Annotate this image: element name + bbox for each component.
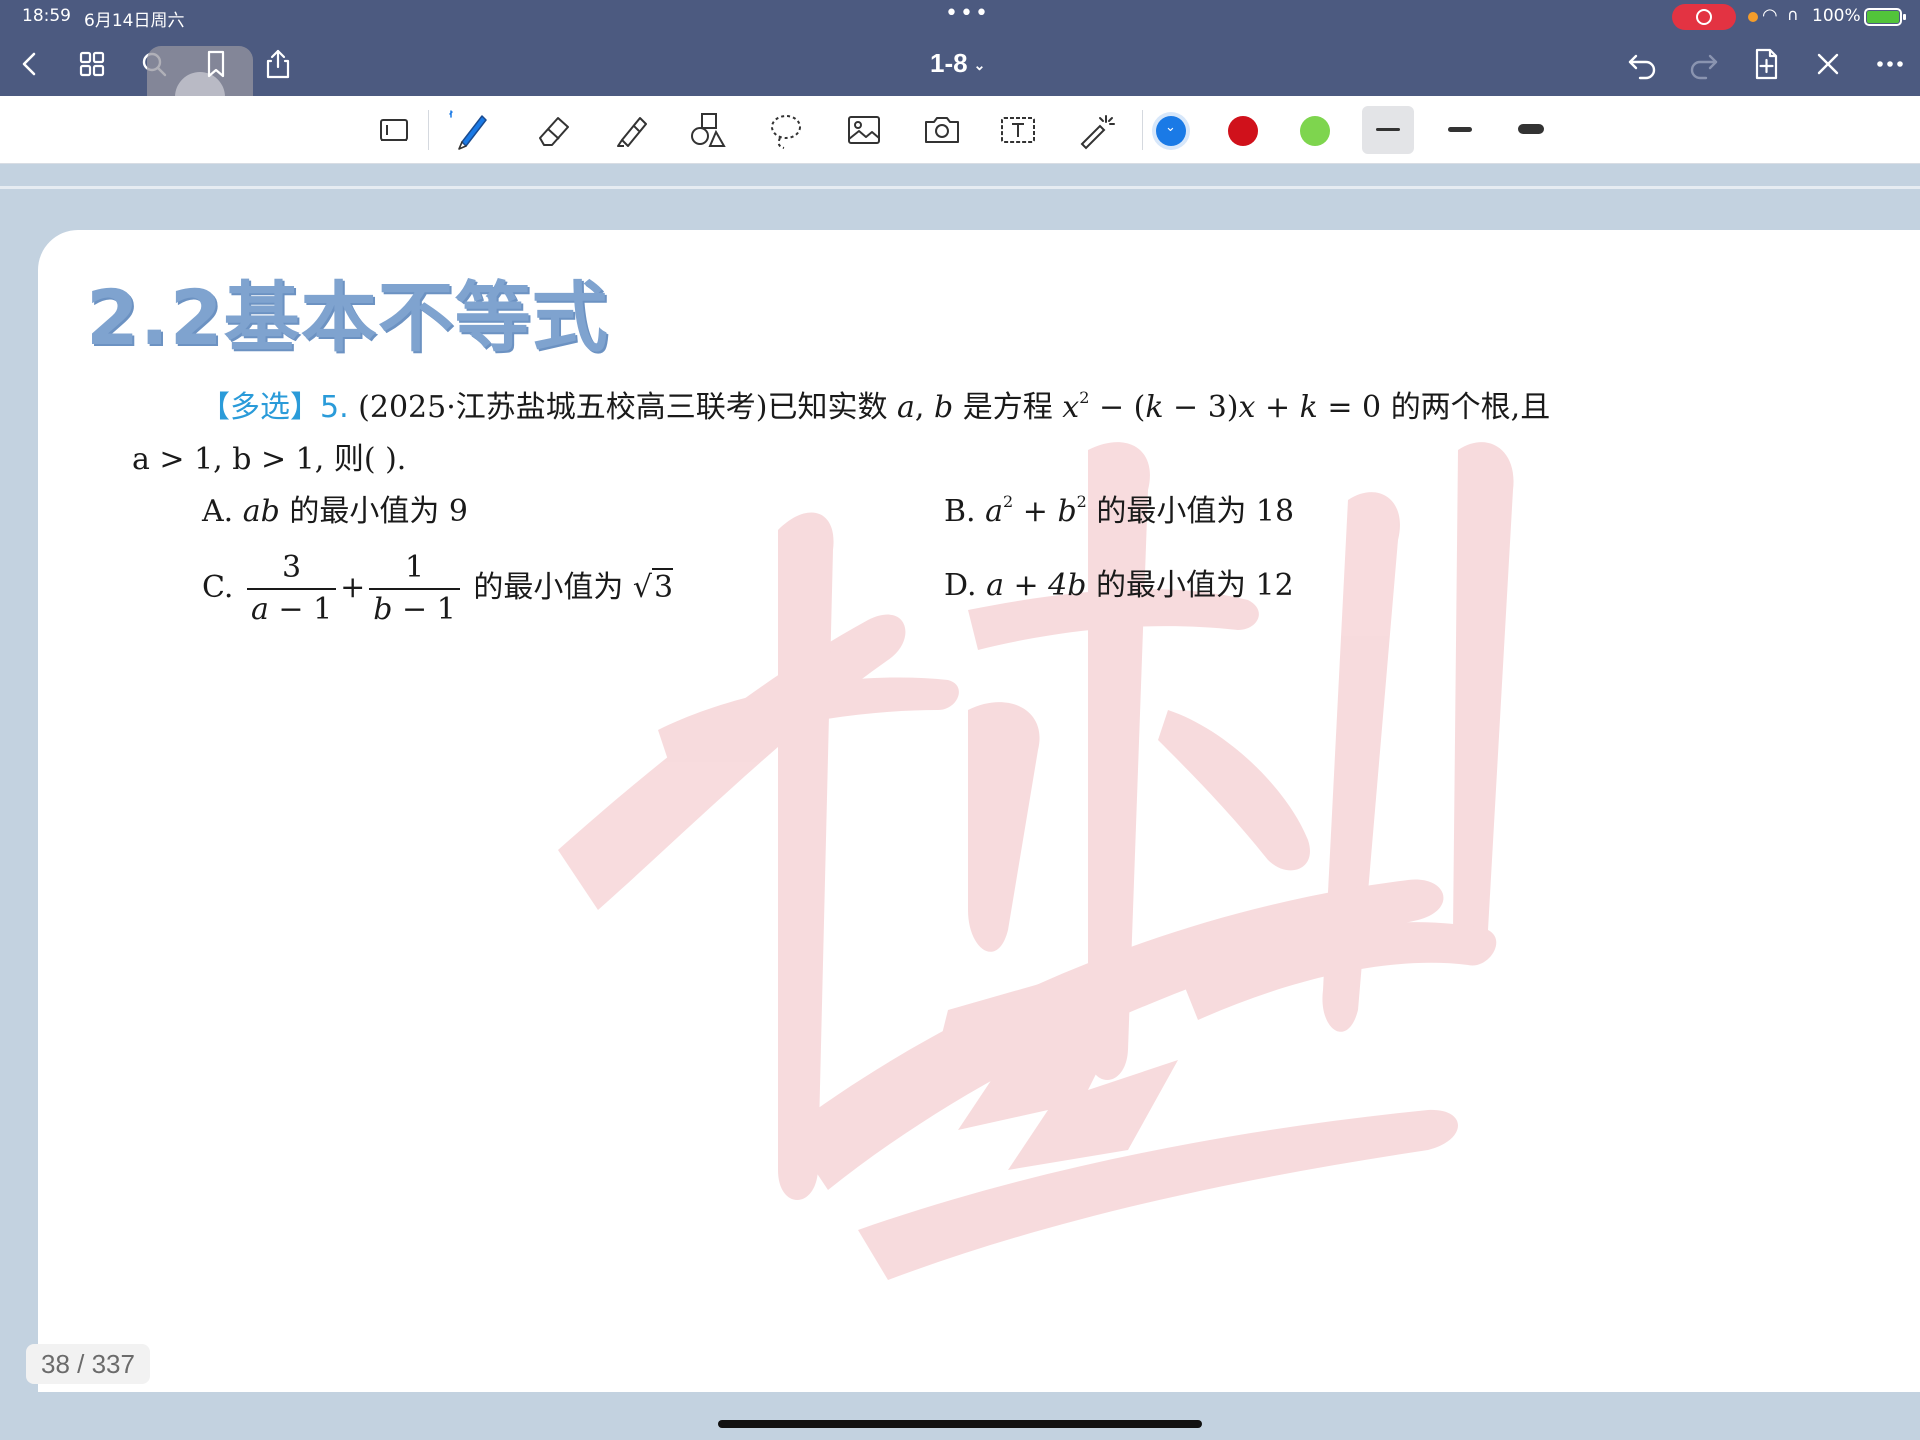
document-page[interactable]: 2.2基本不等式 【多选】5. (2025·江苏盐城五校高三联考)已知实数 a,… xyxy=(38,230,1920,1392)
option-d-expr: a + 4b xyxy=(986,568,1087,603)
question-stem-end: 的两个根,且 xyxy=(1390,390,1551,425)
mic-indicator-icon xyxy=(1748,12,1758,22)
grid-view-icon[interactable] xyxy=(74,46,110,82)
battery-percent: 100% xyxy=(1812,6,1861,26)
question-source: (2025·江苏盐城五校高三联考) xyxy=(358,390,768,425)
wifi-icon: ◠ xyxy=(1762,5,1778,26)
stroke-width-thick[interactable] xyxy=(1518,124,1544,134)
document-title-dropdown[interactable]: 1-8 ⌄ xyxy=(930,48,985,79)
screen-recording-icon[interactable] xyxy=(1672,4,1736,30)
option-c-text: 的最小值为 xyxy=(473,570,624,605)
add-page-icon[interactable] xyxy=(1748,46,1784,82)
chevron-down-icon: ⌄ xyxy=(1165,120,1176,135)
drawing-toolbar xyxy=(0,96,1920,164)
home-indicator[interactable] xyxy=(718,1420,1202,1428)
multitasking-dots-icon[interactable]: ••• xyxy=(945,1,990,26)
chevron-down-icon: ⌄ xyxy=(973,56,986,73)
laser-pointer-icon[interactable] xyxy=(1074,108,1118,152)
color-swatch-red[interactable] xyxy=(1228,116,1258,146)
color-swatch-blue[interactable]: ⌄ xyxy=(1156,116,1186,146)
question-stem-text: 已知实数 xyxy=(767,390,888,425)
option-a-label: A. xyxy=(202,494,234,529)
battery-icon xyxy=(1864,8,1906,26)
toolbar-divider xyxy=(428,110,429,150)
image-tool-icon[interactable] xyxy=(842,108,886,152)
status-time: 18:59 xyxy=(22,6,71,26)
text-tool-icon[interactable] xyxy=(996,108,1040,152)
option-b-text: 的最小值为 18 xyxy=(1096,494,1295,529)
highlighter-tool-icon[interactable] xyxy=(608,108,652,152)
shapes-tool-icon[interactable] xyxy=(686,108,730,152)
color-swatch-green[interactable] xyxy=(1300,116,1330,146)
camera-tool-icon[interactable] xyxy=(920,108,964,152)
back-chevron-icon[interactable] xyxy=(12,46,48,82)
read-mode-icon[interactable] xyxy=(372,108,416,152)
question-number: 5. xyxy=(320,390,349,425)
bookmark-icon[interactable] xyxy=(198,46,234,82)
option-c[interactable]: C. 3a − 1 +1 b − 1 的最小值为 √3 xyxy=(202,548,674,630)
stroke-width-medium[interactable] xyxy=(1448,127,1472,132)
option-a-expr: ab xyxy=(242,494,280,529)
section-title: 2.2基本不等式 xyxy=(86,273,609,362)
eraser-tool-icon[interactable] xyxy=(532,108,576,152)
nav-bar: 1-8 ⌄ xyxy=(0,32,1920,152)
pen-tool-icon[interactable] xyxy=(448,108,492,152)
toolbar-divider xyxy=(1142,110,1143,150)
status-bar: 18:59 6月14日周六 ••• ◠ ∩ 100% xyxy=(0,0,1920,32)
headphones-icon: ∩ xyxy=(1787,5,1799,24)
lasso-tool-icon[interactable] xyxy=(764,108,808,152)
fraction-3-over-a-minus-1: 3a − 1 xyxy=(246,548,337,630)
option-b-label: B. xyxy=(944,494,976,529)
redo-icon[interactable] xyxy=(1686,46,1722,82)
fraction-1-over-b-minus-1: 1b − 1 xyxy=(369,548,460,630)
question-stem: 【多选】5. (2025·江苏盐城五校高三联考)已知实数 a, b 是方程 x2… xyxy=(200,388,1551,425)
page-indicator[interactable]: 38 / 337 xyxy=(26,1344,150,1384)
option-b[interactable]: B. a2 + b2 的最小值为 18 xyxy=(944,486,1294,530)
sqrt-3: √3 xyxy=(632,568,674,605)
multi-select-tag: 【多选】 xyxy=(200,390,320,425)
option-c-label: C. xyxy=(202,570,234,605)
question-condition: a > 1, b > 1, 则( ). xyxy=(132,442,407,477)
option-d-text: 的最小值为 12 xyxy=(1096,568,1294,603)
option-a[interactable]: A. ab 的最小值为 9 xyxy=(202,486,468,530)
status-date: 6月14日周六 xyxy=(84,11,185,31)
option-d[interactable]: D. a + 4b 的最小值为 12 xyxy=(944,560,1294,604)
pen-off-icon[interactable] xyxy=(1810,46,1846,82)
stroke-width-thin[interactable] xyxy=(1376,128,1400,131)
share-icon[interactable] xyxy=(260,46,296,82)
option-d-label: D. xyxy=(944,568,977,603)
document-title: 1-8 xyxy=(930,48,968,78)
undo-icon[interactable] xyxy=(1624,46,1660,82)
question-equation-label: 是方程 xyxy=(962,390,1053,425)
more-icon[interactable] xyxy=(1872,46,1908,82)
page-separator xyxy=(0,165,1920,189)
option-a-text: 的最小值为 9 xyxy=(289,494,469,529)
